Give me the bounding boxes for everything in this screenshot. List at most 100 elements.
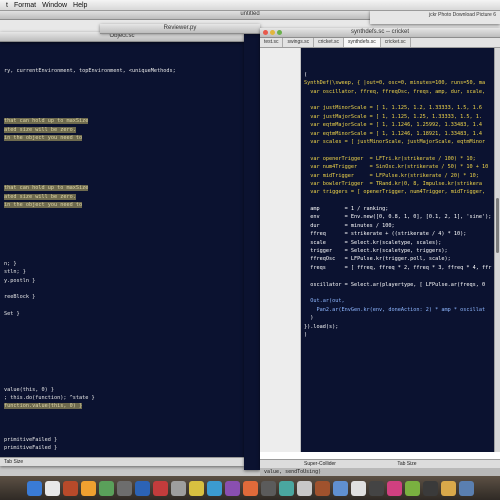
code-line[interactable] (4, 142, 244, 150)
dock-app-icon[interactable] (386, 480, 402, 496)
code-line[interactable] (304, 197, 500, 205)
code-line[interactable] (4, 75, 244, 83)
code-line[interactable] (4, 369, 244, 377)
dock-app-icon[interactable] (152, 480, 168, 496)
code-line[interactable]: stln; } (4, 268, 244, 276)
code-line[interactable]: var justMajorScale = [ 1, 1.125, 1.25, 1… (304, 113, 500, 121)
code-line[interactable]: reeBlock } (4, 293, 244, 301)
code-scrollbar[interactable] (494, 48, 500, 452)
code-line[interactable] (4, 100, 244, 108)
code-line[interactable]: var openerTrigger = LFTri.kr(strikerate … (304, 155, 500, 163)
code-line[interactable]: y.postln } (4, 277, 244, 285)
code-line[interactable] (4, 419, 244, 427)
code-line[interactable]: Set } (4, 310, 244, 318)
code-line[interactable]: }).load(s); (304, 323, 500, 331)
dock-app-icon[interactable] (314, 480, 330, 496)
menu-item-window[interactable]: Window (42, 2, 67, 9)
tab-2[interactable]: cricket.sc (314, 38, 344, 47)
code-line[interactable]: var triggers = [ openerTrigger, num4Trig… (304, 188, 500, 196)
code-line[interactable] (304, 289, 500, 297)
dock-app-icon[interactable] (80, 480, 96, 496)
dock-app-icon[interactable] (134, 480, 150, 496)
synthdefs-code-area[interactable]: (SynthDef(\sweep, { |out=0, osc=0, minut… (301, 48, 500, 452)
code-line[interactable] (4, 235, 244, 243)
code-line[interactable] (4, 226, 244, 234)
code-line[interactable]: ffreqOsc = LFPulse.kr(trigger.poll, scal… (304, 255, 500, 263)
dock-app-icon[interactable] (404, 480, 420, 496)
code-line[interactable]: in the object you need to (4, 134, 244, 142)
code-line[interactable]: ry, currentEnvironment, topEnvironment, … (4, 67, 244, 75)
synth-tab-size[interactable]: Tab Size (397, 461, 416, 467)
menu-item-text[interactable]: t (6, 2, 8, 9)
code-line[interactable] (4, 319, 244, 327)
code-line[interactable] (4, 84, 244, 92)
dock-app-icon[interactable] (458, 480, 474, 496)
tab-4[interactable]: cricket.sc (381, 38, 411, 47)
synthdefs-titlebar[interactable]: synthdefs.sc -- cricket (260, 28, 500, 38)
dock-app-icon[interactable] (62, 480, 78, 496)
code-line[interactable]: ) (304, 331, 500, 339)
minimize-button[interactable] (270, 30, 275, 35)
dock-app-icon[interactable] (224, 480, 240, 496)
code-line[interactable]: trigger = Select.kr(scaletype, triggers)… (304, 247, 500, 255)
code-line[interactable]: var eqtmMajorScale = [ 1, 1.1246, 1.2599… (304, 121, 500, 129)
dock-app-icon[interactable] (44, 480, 60, 496)
code-line[interactable]: var justMinorScale = [ 1, 1.125, 1.2, 1.… (304, 104, 500, 112)
code-line[interactable] (4, 377, 244, 385)
code-line[interactable]: ffreq = strikerate + ((strikerate / 4) *… (304, 230, 500, 238)
code-line[interactable] (4, 428, 244, 436)
code-line[interactable]: ated size will be zero. (4, 193, 244, 201)
code-line[interactable]: ; this.do(function); ^state } (4, 394, 244, 402)
code-line[interactable]: var scales = [ justMinorScale, justMajor… (304, 138, 500, 146)
dock-app-icon[interactable] (170, 480, 186, 496)
code-line[interactable]: scale = Select.kr(scaletype, scales); (304, 239, 500, 247)
code-line[interactable]: primitiveFailed } (4, 436, 244, 444)
code-line[interactable]: primitiveFailed } (4, 444, 244, 452)
code-line[interactable] (4, 151, 244, 159)
right-background-window[interactable]: jckr Photo Download Picture 6 (370, 10, 500, 24)
zoom-button[interactable] (277, 30, 282, 35)
code-line[interactable]: ated size will be zero. (4, 126, 244, 134)
code-line[interactable]: ( (304, 71, 500, 79)
code-line[interactable]: dur = minutes / 100; (304, 222, 500, 230)
tab-0[interactable]: test.sc (260, 38, 284, 47)
code-line[interactable]: amp = 1 / ranking; (304, 205, 500, 213)
scrollbar-thumb[interactable] (496, 198, 499, 253)
code-line[interactable] (4, 302, 244, 310)
code-line[interactable] (4, 109, 244, 117)
code-line[interactable]: Pan2.ar(EnvGen.kr(env, doneAction: 2) * … (304, 306, 500, 314)
code-line[interactable] (304, 96, 500, 104)
reviewer-titlebar[interactable]: Reviewer.py (100, 24, 260, 34)
dock-app-icon[interactable] (260, 480, 276, 496)
dock-app-icon[interactable] (116, 480, 132, 496)
code-line[interactable]: oscillator = Select.ar(playertype, [ LFP… (304, 281, 500, 289)
code-line[interactable] (4, 344, 244, 352)
dock-app-icon[interactable] (440, 480, 456, 496)
code-line[interactable]: var eqtmMinorScale = [ 1, 1.1246, 1.1892… (304, 130, 500, 138)
code-line[interactable] (4, 168, 244, 176)
dock-app-icon[interactable] (296, 480, 312, 496)
object-editor-window[interactable]: ry, currentEnvironment, topEnvironment, … (0, 42, 244, 466)
code-line[interactable] (4, 411, 244, 419)
reviewer-header[interactable]: Reviewer.py (100, 24, 260, 34)
code-line[interactable] (4, 335, 244, 343)
code-line[interactable] (4, 251, 244, 259)
code-line[interactable]: var oscillator, ffreq, ffreqOsc, freqs, … (304, 88, 500, 96)
code-line[interactable]: function.value(this, 0) } (4, 402, 244, 410)
code-line[interactable] (4, 218, 244, 226)
dock-app-icon[interactable] (26, 480, 42, 496)
code-line[interactable]: ) (304, 314, 500, 322)
dock-app-icon[interactable] (188, 480, 204, 496)
dock-app-icon[interactable] (278, 480, 294, 496)
code-line[interactable] (4, 92, 244, 100)
code-line[interactable]: Out.ar(out, (304, 297, 500, 305)
object-tab-size[interactable]: Tab Size (4, 459, 23, 465)
code-line[interactable] (4, 352, 244, 360)
code-line[interactable]: in the object you need to (4, 201, 244, 209)
dock-app-icon[interactable] (422, 480, 438, 496)
object-code-area[interactable]: ry, currentEnvironment, topEnvironment, … (0, 42, 244, 458)
code-line[interactable]: that can hold up to maxSize (4, 117, 244, 125)
code-line[interactable]: value(this, 0) } (4, 386, 244, 394)
code-line[interactable]: that can hold up to maxSize (4, 184, 244, 192)
tab-3[interactable]: synthdefs.sc (343, 38, 381, 47)
